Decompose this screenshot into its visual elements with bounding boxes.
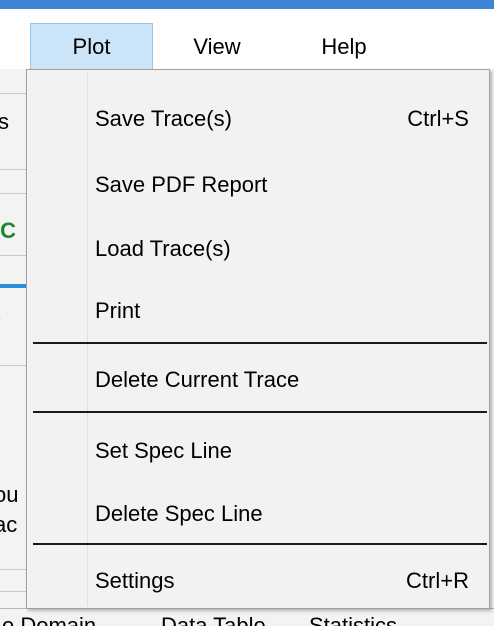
- menu-item-label: Set Spec Line: [95, 438, 232, 463]
- tab-time-domain[interactable]: e Domain: [2, 613, 96, 626]
- background-tab-strip: e Domain Data Table Statistics: [0, 608, 494, 626]
- menu-item-delete-current-trace[interactable]: Delete Current Trace: [29, 351, 487, 409]
- menu-item-load-traces[interactable]: Load Trace(s): [29, 220, 487, 278]
- menu-separator: [33, 342, 487, 344]
- menu-item-label: Delete Spec Line: [95, 501, 263, 526]
- menu-item-label: Save PDF Report: [95, 172, 268, 197]
- menu-separator: [33, 411, 487, 413]
- menu-item-save-traces[interactable]: Save Trace(s) Ctrl+S: [29, 90, 487, 148]
- background-fragment: IC: [0, 218, 16, 243]
- background-fragment: é: [0, 311, 1, 325]
- menu-item-delete-spec-line[interactable]: Delete Spec Line: [29, 485, 487, 543]
- menu-item-label: Print: [95, 298, 141, 323]
- menu-item-save-pdf-report[interactable]: Save PDF Report: [29, 156, 487, 214]
- menu-item-settings[interactable]: Settings Ctrl+R: [29, 552, 487, 610]
- tab-statistics[interactable]: Statistics: [309, 613, 397, 626]
- menu-item-shortcut: Ctrl+R: [406, 568, 469, 593]
- background-fragment: ac: [0, 512, 18, 537]
- menu-item-shortcut: Ctrl+S: [407, 106, 469, 131]
- menu-item-label: Delete Current Trace: [95, 367, 300, 392]
- menu-item-print[interactable]: Print: [29, 282, 487, 340]
- menu-item-label: Load Trace(s): [95, 236, 231, 261]
- menu-plot[interactable]: Plot: [30, 23, 153, 71]
- menu-item-label: Settings: [95, 568, 175, 593]
- tab-data-table[interactable]: Data Table: [161, 613, 266, 626]
- menu-view[interactable]: View: [163, 23, 271, 71]
- plot-dropdown-menu: Save Trace(s) Ctrl+S Save PDF Report Loa…: [26, 69, 490, 609]
- menu-bar: Plot View Help: [0, 9, 494, 71]
- menu-separator: [33, 543, 487, 545]
- background-fragment: ou: [0, 482, 19, 507]
- window-title-bar: [0, 0, 494, 9]
- menu-item-label: Save Trace(s): [95, 106, 232, 131]
- background-fragment: s: [0, 109, 9, 134]
- menu-help[interactable]: Help: [290, 23, 398, 71]
- menu-item-set-spec-line[interactable]: Set Spec Line: [29, 422, 487, 480]
